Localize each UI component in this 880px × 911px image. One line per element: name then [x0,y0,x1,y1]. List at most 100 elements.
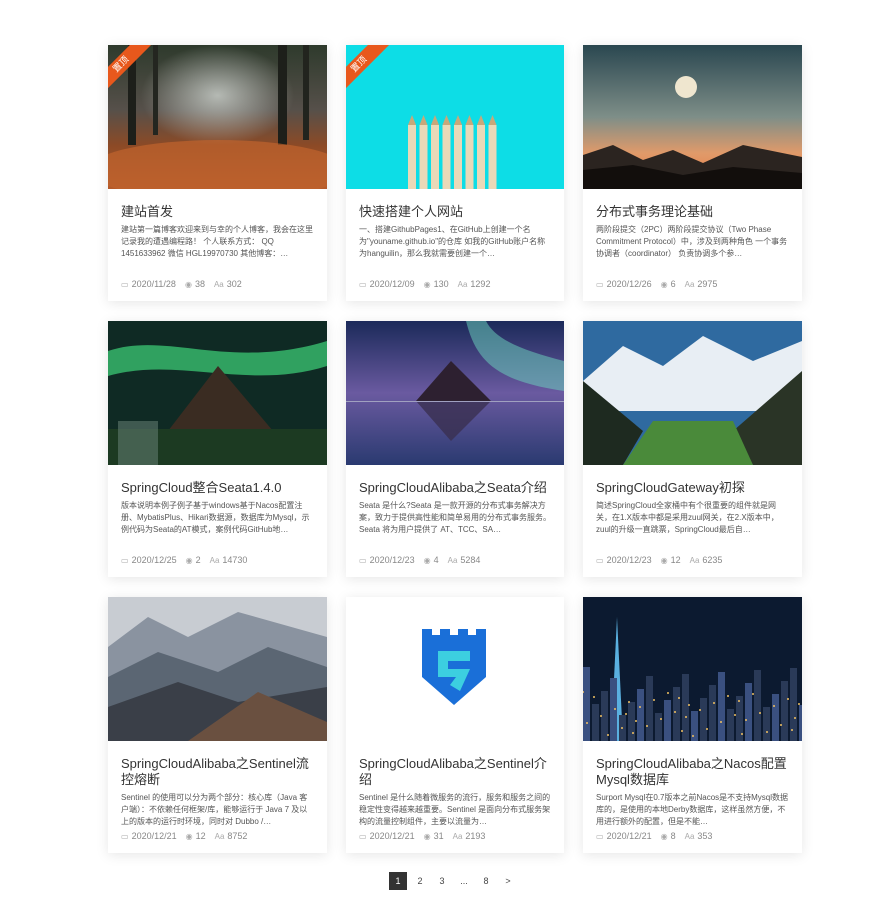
post-title[interactable]: SpringCloud整合Seata1.4.0 [121,480,315,496]
post-date: ▭ 2020/12/25 [121,555,177,565]
post-date-value: 2020/12/26 [606,279,652,289]
words-icon: Aa [209,555,220,565]
post-card[interactable]: SpringCloud整合Seata1.4.0 版本说明本例子例子基于window… [108,321,327,577]
post-views: ◉ 12 [186,831,206,841]
post-words-value: 302 [226,279,242,289]
post-excerpt: 两阶段提交（2PC）两阶段提交协议（Two Phase Commitment P… [596,225,788,258]
post-date: ▭ 2020/12/26 [596,279,652,289]
calendar-icon: ▭ [359,279,367,289]
post-words-value: 353 [697,831,713,841]
post-card[interactable]: SpringCloudGateway初探简述SpringCloud全家桶中有个很… [583,321,802,577]
words-icon: Aa [689,555,700,565]
post-views-value: 8 [670,831,676,841]
post-thumbnail[interactable]: 置顶 [108,45,327,189]
post-views: ◉ 12 [661,555,681,565]
post-date-value: 2020/12/21 [606,831,652,841]
post-words-value: 2193 [465,831,486,841]
post-card[interactable]: SpringCloudAlibaba之Sentinel介绍 Sentinel 是什… [346,597,564,853]
post-words-value: 6235 [702,555,723,565]
post-title[interactable]: SpringCloudAlibaba之Nacos配置Mysql数据库 [596,756,790,788]
pagination: 1 2 3... 8 > [389,872,517,890]
words-icon: Aa [213,279,224,289]
post-words-value: 5284 [460,555,481,565]
calendar-icon: ▭ [121,279,129,289]
post-thumbnail[interactable] [346,597,564,741]
post-title[interactable]: SpringCloudAlibaba之Sentinel介绍 [359,756,552,788]
eye-icon: ◉ [660,279,668,289]
post-thumbnail[interactable] [108,321,327,465]
post-meta: ▭ 2020/12/23 ◉ 4 Aa 5284 [359,555,480,565]
words-icon: Aa [214,831,225,841]
post-excerpt: Sentinel 是什么随着微服务的流行，服务和服务之间的稳定性变得越来越重要。… [359,793,551,826]
post-thumbnail[interactable] [108,597,327,741]
post-words-value: 14730 [222,555,248,565]
post-date: ▭ 2020/12/21 [596,831,652,841]
post-card[interactable]: SpringCloudAlibaba之Sentinel流控熔断 Sentinel … [108,597,327,853]
calendar-icon: ▭ [596,831,604,841]
post-card[interactable]: 置顶 快速搭建个人网站 一、搭建GithubPages1、在GitHub上创建一个名… [346,45,564,301]
post-meta: ▭ 2020/12/26 ◉ 6 Aa 2975 [596,279,717,289]
eye-icon: ◉ [185,555,193,565]
page-button[interactable]: 1 [389,872,407,890]
calendar-icon: ▭ [121,831,129,841]
post-title[interactable]: SpringCloudGateway初探 [596,480,790,496]
next-page-button[interactable]: > [499,872,517,890]
post-card[interactable]: SpringCloudAlibaba之Seata介绍 Seata 是什么?Seat… [346,321,564,577]
post-views-value: 12 [195,831,206,841]
post-title[interactable]: SpringCloudAlibaba之Seata介绍 [359,480,552,496]
post-excerpt: 建站第一篇博客欢迎来到与幸的个人博客，我会在这里记录我的遭遇编程路！ 个人联系方… [121,225,313,258]
post-date-value: 2020/12/23 [369,555,415,565]
eye-icon: ◉ [185,831,193,841]
post-date-value: 2020/12/21 [369,831,415,841]
post-thumbnail[interactable] [583,597,802,741]
post-views-value: 6 [670,279,676,289]
post-title[interactable]: SpringCloudAlibaba之Sentinel流控熔断 [121,756,315,788]
post-title[interactable]: 快速搭建个人网站 [359,204,552,220]
post-card[interactable]: 分布式事务理论基础两阶段提交（2PC）两阶段提交协议（Two Phase Com… [583,45,802,301]
post-views-value: 31 [433,831,444,841]
post-words: Aa 353 [685,831,713,841]
post-views-value: 38 [194,279,205,289]
post-words: Aa 2975 [685,279,718,289]
post-excerpt: Surport Mysql在0.7版本之前Nacos是不支持Mysql数据库的，… [596,793,789,826]
post-words: Aa 14730 [210,555,248,565]
post-meta: ▭ 2020/12/21 ◉ 8 Aa 353 [596,831,712,841]
post-views-value: 4 [433,555,439,565]
post-meta: ▭ 2020/12/21 ◉ 12 Aa 8752 [121,831,247,841]
words-icon: Aa [452,831,463,841]
calendar-icon: ▭ [359,555,367,565]
post-views: ◉ 130 [424,279,449,289]
page-button[interactable]: 2 [411,872,429,890]
page-button[interactable]: 3 [433,872,451,890]
post-date-value: 2020/12/09 [369,279,415,289]
post-words-value: 2975 [697,279,718,289]
words-icon: Aa [684,831,695,841]
post-card[interactable]: SpringCloudAlibaba之Nacos配置Mysql数据库 Surpor… [583,597,802,853]
post-excerpt: 版本说明本例子例子基于windows基于Nacos配置注册、MybatisPlu… [121,501,310,534]
eye-icon: ◉ [660,555,668,565]
post-date: ▭ 2020/12/23 [596,555,652,565]
post-views: ◉ 4 [424,555,439,565]
eye-icon: ◉ [660,831,668,841]
pagination-ellipsis: ... [460,876,468,886]
post-meta: ▭ 2020/12/21 ◉ 31 Aa 2193 [359,831,485,841]
post-thumbnail[interactable] [346,321,564,465]
page-button[interactable]: 8 [477,872,495,890]
post-thumbnail[interactable] [583,321,802,465]
post-excerpt: 简述SpringCloud全家桶中有个很重要的组件就是网关，在1.X版本中都是采… [596,501,779,534]
post-excerpt: Sentinel 的使用可以分为两个部分：核心库（Java 客户端）：不依赖任何… [121,793,308,826]
post-date-value: 2020/11/28 [131,279,176,289]
post-excerpt: Seata 是什么?Seata 是一款开源的分布式事务解决方案，致力于提供高性能… [359,501,551,534]
post-thumbnail[interactable] [583,45,802,189]
post-card[interactable]: 置顶建站首发建站第一篇博客欢迎来到与幸的个人博客，我会在这里记录我的遭遇编程路！… [108,45,327,301]
post-title[interactable]: 建站首发 [121,204,315,220]
post-words: Aa 5284 [448,555,481,565]
post-thumbnail[interactable]: 置顶 [346,45,564,189]
post-title[interactable]: 分布式事务理论基础 [596,204,790,220]
post-views: ◉ 6 [661,279,676,289]
post-words: Aa 8752 [215,831,248,841]
post-meta: ▭ 2020/12/09 ◉ 130 Aa 1292 [359,279,490,289]
post-views-value: 2 [195,555,201,565]
post-views-value: 12 [670,555,681,565]
post-grid: 置顶建站首发建站第一篇博客欢迎来到与幸的个人博客，我会在这里记录我的遭遇编程路！… [108,45,802,853]
